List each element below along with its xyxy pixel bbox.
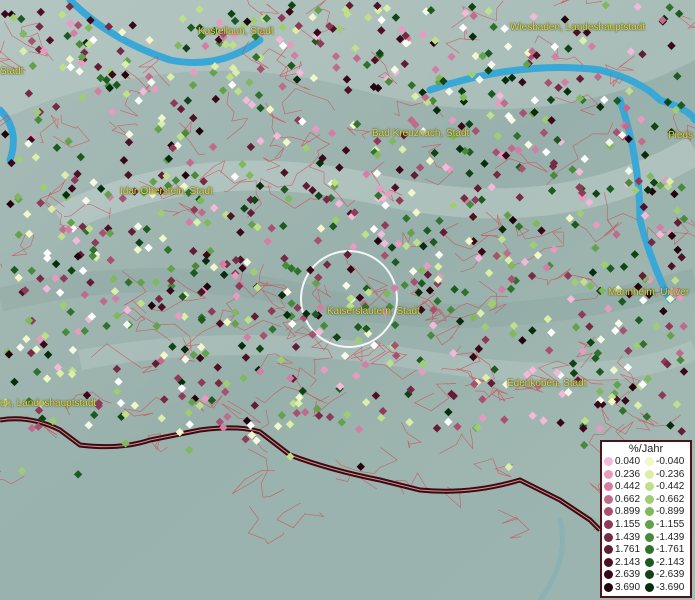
legend-row: 0.236 -0.236 (602, 469, 690, 481)
legend-row: 0.899 -0.899 (602, 506, 690, 518)
legend-value-negative: -1.155 (656, 519, 685, 530)
city-label-pieds: Pieds (668, 130, 694, 141)
legend-value-negative: -2.639 (656, 569, 685, 581)
legend-swatch-negative (645, 520, 654, 529)
legend-swatch-negative (645, 583, 654, 592)
legend-swatch-negative (645, 545, 654, 555)
legend-value-positive: 0.899 (615, 506, 641, 518)
legend-row: 0.040 -0.040 (602, 456, 690, 468)
legend-value-positive: 0.662 (615, 493, 641, 505)
city-label-idar-oberstein: Idar-Oberstein, Stadt (120, 186, 213, 197)
legend-value-negative: -0.236 (656, 468, 685, 480)
legend-value-positive: 0.442 (615, 481, 641, 493)
legend-value-negative: -1.439 (656, 531, 685, 543)
legend-row: 1.439 -1.439 (602, 532, 690, 544)
city-label-wiesbaden: Wiesbaden, Landeshauptstadt (510, 22, 646, 33)
legend-swatch-positive (604, 532, 613, 542)
legend: %/Jahr 0.040 -0.040 0.236 -0.236 0.442 -0.442… (600, 440, 692, 598)
legend-value-negative: -3.690 (656, 582, 685, 593)
city-label-mannheim: Mannheim, Univer (608, 287, 690, 298)
legend-value-positive: 1.155 (615, 519, 641, 530)
legend-row: 3.690 -3.690 (602, 582, 690, 594)
legend-row: 2.639 -2.639 (602, 569, 690, 581)
city-label-edenkoben: Edenkoben, Stadt (507, 378, 587, 389)
legend-swatch-negative (645, 532, 654, 542)
legend-swatch-negative (645, 457, 654, 466)
legend-row: 2.143 -2.143 (602, 557, 690, 569)
legend-value-negative: -2.143 (656, 556, 685, 568)
legend-value-positive: 2.639 (615, 569, 641, 581)
legend-row: 1.761 -1.761 (602, 544, 690, 556)
map-canvas[interactable] (0, 0, 695, 600)
legend-swatch-negative (645, 494, 654, 504)
legend-swatch-positive (604, 583, 613, 592)
legend-value-positive: 3.690 (615, 582, 641, 593)
city-label-kaiserslautern: Kaiserslautern, Stadt (327, 306, 420, 317)
legend-swatch-positive (604, 520, 613, 529)
legend-row: 0.442 -0.442 (602, 481, 690, 493)
legend-swatch-positive (604, 457, 613, 466)
legend-value-positive: 1.761 (615, 544, 641, 556)
legend-swatch-positive (604, 507, 613, 517)
legend-title: %/Jahr (628, 443, 664, 455)
legend-swatch-negative (645, 482, 654, 492)
city-label-mainz: en, Landeshauptstadt (0, 398, 97, 409)
city-label-stadt: Stadt (0, 66, 24, 77)
legend-value-negative: -0.899 (656, 506, 685, 518)
legend-value-negative: -0.662 (656, 493, 685, 505)
legend-swatch-positive (604, 482, 613, 492)
legend-value-positive: 2.143 (615, 556, 641, 568)
legend-swatch-positive (604, 570, 613, 580)
city-label-bad-kreuznach: Bad Kreuznach, Stadt (372, 128, 470, 139)
legend-value-negative: -0.442 (656, 481, 685, 493)
legend-swatch-negative (645, 557, 654, 567)
legend-swatch-positive (604, 557, 613, 567)
legend-row: 0.662 -0.662 (602, 494, 690, 506)
legend-value-negative: -1.761 (656, 544, 685, 556)
legend-row: 1.155 -1.155 (602, 519, 690, 531)
legend-value-positive: 0.040 (615, 456, 641, 467)
legend-swatch-positive (604, 494, 613, 504)
city-label-kastellaun: Kastellaun, Stadt (198, 26, 274, 37)
legend-swatch-negative (645, 570, 654, 580)
legend-swatch-positive (604, 469, 613, 479)
legend-swatch-negative (645, 507, 654, 517)
legend-swatch-negative (645, 469, 654, 479)
legend-swatch-positive (604, 545, 613, 555)
legend-value-negative: -0.040 (656, 456, 685, 467)
legend-value-positive: 1.439 (615, 531, 641, 543)
legend-value-positive: 0.236 (615, 468, 641, 480)
